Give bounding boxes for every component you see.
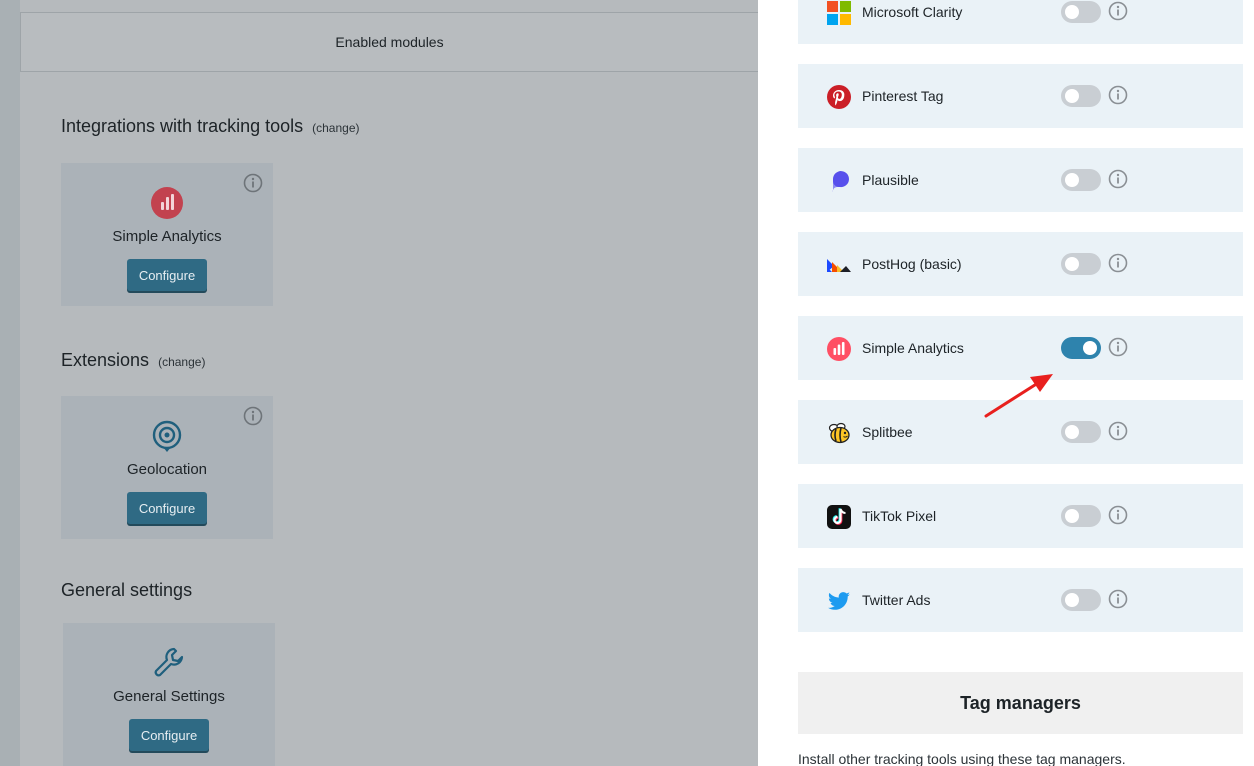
change-link[interactable]: (change) bbox=[312, 121, 359, 135]
change-link[interactable]: (change) bbox=[158, 355, 205, 369]
toggle-knob bbox=[1065, 257, 1079, 271]
section-title-extensions: Extensions (change) bbox=[61, 350, 205, 371]
enabled-modules-header: Enabled modules bbox=[20, 12, 758, 72]
info-icon[interactable] bbox=[243, 406, 263, 426]
info-icon[interactable] bbox=[1108, 85, 1128, 105]
tool-row-plausible: Plausible bbox=[798, 148, 1243, 212]
simple-analytics-logo-icon bbox=[827, 337, 851, 361]
tool-row-twitter-ads: Twitter Ads bbox=[798, 568, 1243, 632]
info-icon[interactable] bbox=[1108, 337, 1128, 357]
location-pin-icon bbox=[152, 420, 182, 452]
tool-row-pinterest-tag: Pinterest Tag bbox=[798, 64, 1243, 128]
info-icon[interactable] bbox=[1108, 421, 1128, 441]
tool-row-posthog: PostHog (basic) bbox=[798, 232, 1243, 296]
enable-toggle[interactable] bbox=[1061, 505, 1101, 527]
section-title-text: Integrations with tracking tools bbox=[61, 116, 304, 136]
toggle-knob bbox=[1065, 5, 1079, 19]
module-card-geolocation: Geolocation Configure bbox=[61, 396, 273, 539]
tag-managers-heading: Tag managers bbox=[798, 672, 1243, 734]
info-icon[interactable] bbox=[1108, 253, 1128, 273]
configure-button[interactable]: Configure bbox=[127, 492, 207, 524]
info-icon[interactable] bbox=[1108, 1, 1128, 21]
microsoft-logo-icon bbox=[827, 1, 851, 25]
enable-toggle[interactable] bbox=[1061, 337, 1101, 359]
twitter-logo-icon bbox=[828, 592, 850, 610]
tool-name: TikTok Pixel bbox=[862, 508, 937, 524]
tool-name: Microsoft Clarity bbox=[862, 4, 963, 20]
enable-toggle[interactable] bbox=[1061, 421, 1101, 443]
tag-managers-title: Tag managers bbox=[960, 692, 1081, 713]
toggle-knob bbox=[1065, 593, 1079, 607]
tool-row-simple-analytics: Simple Analytics bbox=[798, 316, 1243, 380]
tool-name: Simple Analytics bbox=[862, 340, 964, 356]
tag-managers-description: Install other tracking tools using these… bbox=[798, 751, 1126, 766]
pinterest-logo-icon bbox=[827, 85, 851, 109]
module-name: Geolocation bbox=[126, 461, 208, 478]
section-title-text: General settings bbox=[61, 580, 193, 600]
enable-toggle[interactable] bbox=[1061, 253, 1101, 275]
tool-row-splitbee: Splitbee bbox=[798, 400, 1243, 464]
toggle-knob bbox=[1065, 425, 1079, 439]
splitbee-logo-icon bbox=[828, 422, 850, 444]
enable-toggle[interactable] bbox=[1061, 589, 1101, 611]
toggle-knob bbox=[1065, 89, 1079, 103]
tool-name: Pinterest Tag bbox=[862, 88, 944, 104]
enable-toggle[interactable] bbox=[1061, 85, 1101, 107]
section-title-text: Extensions bbox=[61, 350, 150, 370]
configure-button[interactable]: Configure bbox=[127, 259, 207, 291]
module-name: Simple Analytics bbox=[112, 228, 222, 245]
toggle-knob bbox=[1083, 341, 1097, 355]
tool-name: PostHog (basic) bbox=[862, 256, 962, 272]
toggle-knob bbox=[1065, 173, 1079, 187]
plausible-logo-icon bbox=[832, 171, 849, 192]
info-icon[interactable] bbox=[1108, 505, 1128, 525]
section-title-integrations: Integrations with tracking tools (change… bbox=[61, 116, 360, 137]
enable-toggle[interactable] bbox=[1061, 1, 1101, 23]
info-icon[interactable] bbox=[1108, 589, 1128, 609]
module-name: General Settings bbox=[113, 688, 225, 705]
tool-row-tiktok-pixel: TikTok Pixel bbox=[798, 484, 1243, 548]
tool-name: Twitter Ads bbox=[862, 592, 931, 608]
tool-name: Splitbee bbox=[862, 424, 913, 440]
admin-sidebar-edge bbox=[0, 0, 20, 766]
toggle-knob bbox=[1065, 509, 1079, 523]
section-title-general-settings: General settings bbox=[61, 580, 192, 601]
tracking-tools-panel: Microsoft Clarity Pinterest Tag Plausibl… bbox=[758, 0, 1254, 766]
module-card-simple-analytics: Simple Analytics Configure bbox=[61, 163, 273, 306]
enable-toggle[interactable] bbox=[1061, 169, 1101, 191]
tiktok-logo-icon bbox=[827, 505, 851, 529]
enabled-modules-title: Enabled modules bbox=[335, 34, 444, 50]
info-icon[interactable] bbox=[1108, 169, 1128, 189]
info-icon[interactable] bbox=[243, 173, 263, 193]
tool-name: Plausible bbox=[862, 172, 919, 188]
configure-button[interactable]: Configure bbox=[129, 719, 209, 751]
wrench-icon bbox=[154, 647, 184, 677]
module-card-general-settings: General Settings Configure bbox=[63, 623, 275, 766]
tool-row-microsoft-clarity: Microsoft Clarity bbox=[798, 0, 1243, 44]
posthog-logo-icon bbox=[827, 259, 851, 272]
bar-chart-circle-icon bbox=[151, 187, 183, 219]
